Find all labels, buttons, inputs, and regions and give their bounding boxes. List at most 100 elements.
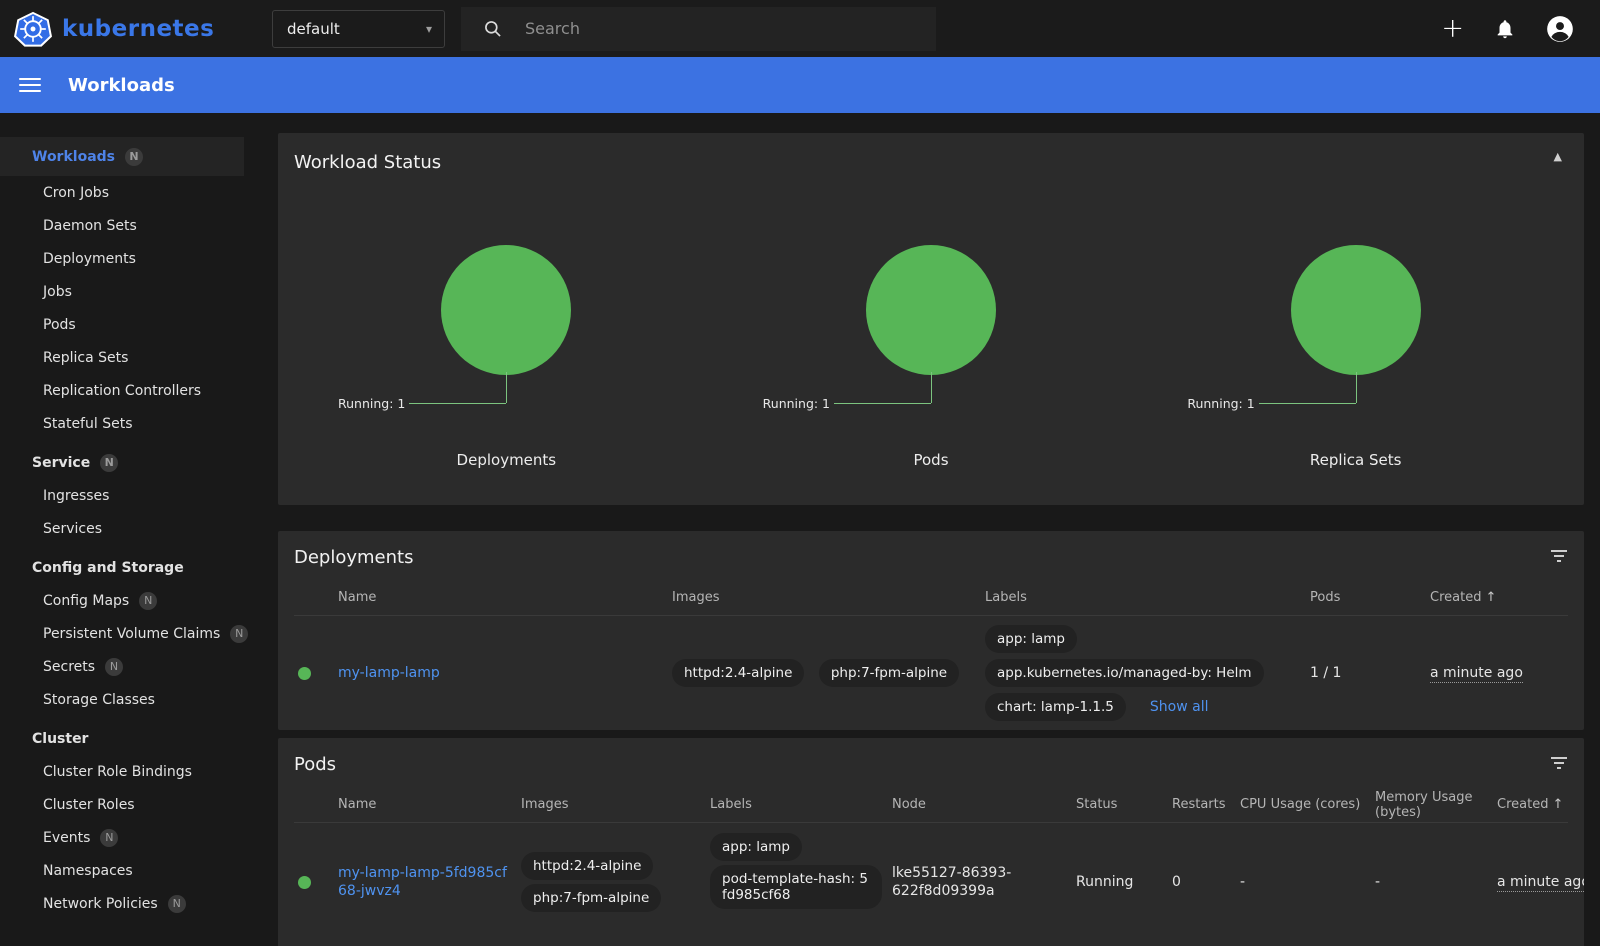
sidebar-item-label: Cron Jobs xyxy=(43,185,109,201)
col-status[interactable]: Status xyxy=(1076,797,1172,812)
filter-icon[interactable] xyxy=(1550,756,1568,770)
col-images[interactable]: Images xyxy=(672,590,985,605)
app-header: kubernetes default ▾ + xyxy=(0,0,1600,57)
pie-legend: Running: 1 xyxy=(1187,396,1254,411)
notifications-bell-icon[interactable] xyxy=(1494,18,1516,40)
namespace-selector[interactable]: default ▾ xyxy=(272,10,445,48)
pod-cpu: - xyxy=(1240,874,1375,890)
sidebar-item-label: Persistent Volume Claims xyxy=(43,626,220,642)
deployments-card: Deployments Name Images Labels Pods Crea… xyxy=(278,531,1584,730)
status-ok-icon xyxy=(298,876,311,889)
col-labels[interactable]: Labels xyxy=(710,797,892,812)
new-badge: N xyxy=(125,148,143,166)
pod-name-link[interactable]: my-lamp-lamp-5fd985cf68-jwvz4 xyxy=(338,865,507,899)
sidebar-item-persistent-volume-claims[interactable]: Persistent Volume ClaimsN xyxy=(0,617,261,650)
sidebar-item-label: Events xyxy=(43,830,90,846)
col-cpu[interactable]: CPU Usage (cores) xyxy=(1240,797,1375,812)
sidebar-item-label: Ingresses xyxy=(43,488,109,504)
menu-hamburger-icon[interactable] xyxy=(19,78,41,92)
col-node[interactable]: Node xyxy=(892,797,1076,812)
label-chip: pod-template-hash: 5fd985cf68 xyxy=(710,865,882,909)
chart-name: Replica Sets xyxy=(1143,451,1568,469)
sidebar-item-label: Daemon Sets xyxy=(43,218,137,234)
workload-status-charts: Running: 1 Deployments Running: 1 Pods xyxy=(294,245,1568,469)
chart-name: Pods xyxy=(719,451,1144,469)
sidebar-item-cluster-role-bindings[interactable]: Cluster Role Bindings xyxy=(0,755,261,788)
show-all-labels-link[interactable]: Show all xyxy=(1150,699,1209,715)
sidebar-item-label: Services xyxy=(43,521,102,537)
deployment-row[interactable]: my-lamp-lamp httpd:2.4-alpine php:7-fpm-… xyxy=(294,616,1568,730)
sidebar-section-cluster: Cluster xyxy=(0,722,261,755)
sidebar-section-service: ServiceN xyxy=(0,446,261,479)
sidebar-item-cluster-roles[interactable]: Cluster Roles xyxy=(0,788,261,821)
pie-legend: Running: 1 xyxy=(763,396,830,411)
sidebar-item-label: Deployments xyxy=(43,251,136,267)
col-images[interactable]: Images xyxy=(521,797,710,812)
action-bar: Workloads xyxy=(0,57,1600,113)
col-created-sorted[interactable]: Created↑ xyxy=(1497,797,1571,812)
user-avatar[interactable] xyxy=(1546,15,1574,43)
sidebar-item-cron-jobs[interactable]: Cron Jobs xyxy=(0,176,261,209)
pie-replica-sets[interactable] xyxy=(1291,245,1421,375)
sidebar-item-label: Namespaces xyxy=(43,863,133,879)
workload-status-title: Workload Status xyxy=(294,152,1568,173)
col-labels[interactable]: Labels xyxy=(985,590,1310,605)
sidebar-item-replica-sets[interactable]: Replica Sets xyxy=(0,341,261,374)
sidebar-item-jobs[interactable]: Jobs xyxy=(0,275,261,308)
pie-deployments[interactable] xyxy=(441,245,571,375)
new-badge: N xyxy=(100,829,118,847)
sidebar-item-label: Config and Storage xyxy=(32,560,184,576)
pie-legend: Running: 1 xyxy=(338,396,405,411)
sidebar-item-deployments[interactable]: Deployments xyxy=(0,242,261,275)
sidebar-section-config-and-storage: Config and Storage xyxy=(0,551,261,584)
pod-row[interactable]: my-lamp-lamp-5fd985cf68-jwvz4 httpd:2.4-… xyxy=(294,823,1568,941)
sidebar-item-stateful-sets[interactable]: Stateful Sets xyxy=(0,407,261,440)
image-chip: php:7-fpm-alpine xyxy=(521,884,661,912)
sidebar-item-namespaces[interactable]: Namespaces xyxy=(0,854,261,887)
col-restarts[interactable]: Restarts xyxy=(1172,797,1240,812)
filter-icon[interactable] xyxy=(1550,549,1568,563)
label-chip: app.kubernetes.io/managed-by: Helm xyxy=(985,659,1264,687)
sidebar-item-label: Workloads xyxy=(32,149,115,165)
pie-pods[interactable] xyxy=(866,245,996,375)
search-bar[interactable] xyxy=(461,7,936,51)
sidebar-item-label: Secrets xyxy=(43,659,95,675)
sidebar-item-daemon-sets[interactable]: Daemon Sets xyxy=(0,209,261,242)
sidebar-item-storage-classes[interactable]: Storage Classes xyxy=(0,683,261,716)
pod-memory: - xyxy=(1375,874,1497,890)
collapse-card-icon[interactable]: ▲ xyxy=(1554,150,1562,163)
pod-restarts: 0 xyxy=(1172,874,1240,890)
sidebar-item-services[interactable]: Services xyxy=(0,512,261,545)
sidebar-item-config-maps[interactable]: Config MapsN xyxy=(0,584,261,617)
new-badge: N xyxy=(139,592,157,610)
sidebar-item-workloads[interactable]: Workloads N xyxy=(0,137,244,176)
deployment-name-link[interactable]: my-lamp-lamp xyxy=(338,665,440,681)
search-input[interactable] xyxy=(525,19,865,38)
brand[interactable]: kubernetes xyxy=(0,10,272,48)
col-memory[interactable]: Memory Usage (bytes) xyxy=(1375,790,1497,820)
sidebar-item-replication-controllers[interactable]: Replication Controllers xyxy=(0,374,261,407)
col-created-sorted[interactable]: Created↑ xyxy=(1430,590,1568,605)
col-name[interactable]: Name xyxy=(338,797,521,812)
sidebar-item-network-policies[interactable]: Network Policies N xyxy=(0,887,261,920)
deployments-pie-chart: Running: 1 Deployments xyxy=(294,245,719,469)
label-chip: chart: lamp-1.1.5 xyxy=(985,693,1126,721)
sidebar-item-label: Replica Sets xyxy=(43,350,128,366)
new-badge: N xyxy=(168,895,186,913)
create-resource-button[interactable]: + xyxy=(1441,15,1464,42)
image-chip: httpd:2.4-alpine xyxy=(672,659,804,687)
chart-name: Deployments xyxy=(294,451,719,469)
deployments-title: Deployments xyxy=(278,547,1584,580)
pods-card: Pods Name Images Labels Node Status Rest… xyxy=(278,738,1584,946)
sidebar-item-ingresses[interactable]: Ingresses xyxy=(0,479,261,512)
label-chip: app: lamp xyxy=(710,833,802,861)
col-pods[interactable]: Pods xyxy=(1310,590,1430,605)
sidebar-item-events[interactable]: Events N xyxy=(0,821,261,854)
sidebar-nav: Workloads N Cron Jobs Daemon Sets Deployment… xyxy=(0,113,261,946)
sidebar-item-pods[interactable]: Pods xyxy=(0,308,261,341)
sidebar-item-label: Cluster xyxy=(32,731,88,747)
sidebar-item-label: Network Policies xyxy=(43,896,158,912)
new-badge: N xyxy=(105,658,123,676)
col-name[interactable]: Name xyxy=(338,590,672,605)
sidebar-item-secrets[interactable]: Secrets N xyxy=(0,650,261,683)
